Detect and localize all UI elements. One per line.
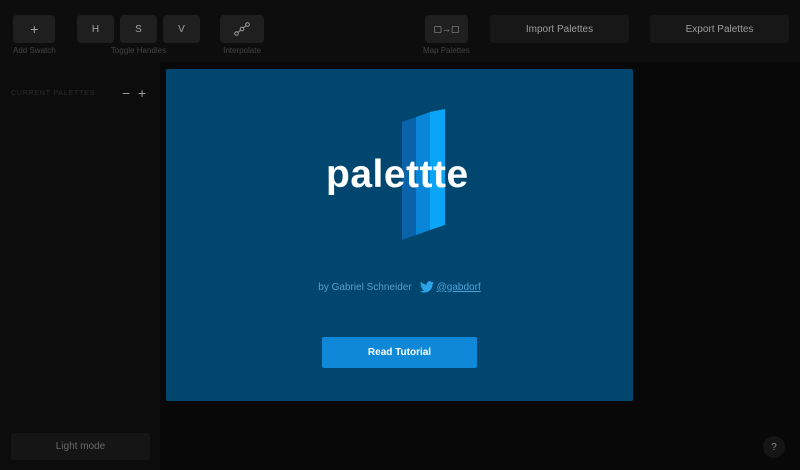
logo-wordmark: palettte	[326, 153, 469, 196]
read-tutorial-button[interactable]: Read Tutorial	[322, 337, 477, 368]
author-name: by Gabriel Schneider	[318, 281, 412, 293]
twitter-link[interactable]: @gabdorf	[419, 281, 481, 293]
author-byline: by Gabriel Schneider @gabdorf	[166, 281, 633, 293]
welcome-modal: palettte by Gabriel Schneider @gabdorf R…	[166, 69, 633, 401]
twitter-bird-icon	[419, 281, 434, 293]
twitter-handle: @gabdorf	[436, 281, 481, 293]
